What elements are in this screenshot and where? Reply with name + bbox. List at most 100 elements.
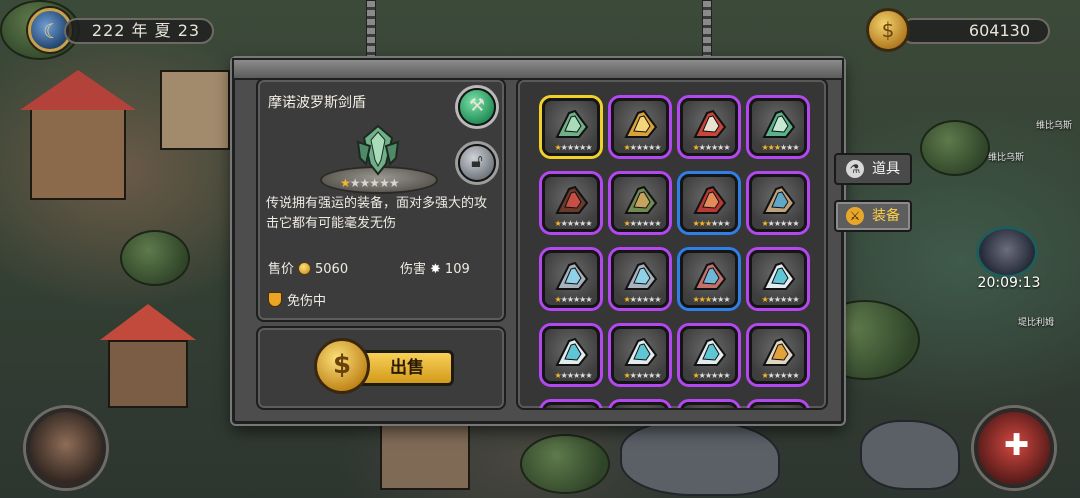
chain-decoration — [702, 0, 712, 60]
red-bow-icon — [693, 185, 727, 214]
tab-items[interactable]: ⚗ 道具 — [834, 153, 912, 185]
battle-button[interactable]: ✚ — [974, 408, 1054, 488]
ice-beast-icon — [693, 337, 727, 366]
house-roof — [20, 70, 136, 110]
inventory-slot[interactable]: ★★★★★★ — [749, 250, 807, 308]
star-icon: ★ — [792, 219, 799, 228]
star-rating: ★★★★★★ — [754, 371, 806, 380]
inventory-slot[interactable]: ★★★★★★ — [749, 402, 807, 408]
star-rating: ★★★★★★ — [616, 219, 668, 228]
forge-button[interactable]: ⚒ — [458, 88, 496, 126]
inventory-slot[interactable]: ★★★★★★ — [611, 326, 669, 384]
inventory-slot[interactable]: ★★★★★★ — [680, 250, 738, 308]
house-roof — [100, 304, 196, 340]
lock-button[interactable]: 🔓︎ — [458, 144, 496, 182]
inventory-slot[interactable]: ★★★★★★ — [749, 326, 807, 384]
damage-burst-icon: ✸ — [430, 262, 441, 277]
inventory-slot[interactable]: ★★★★★★ — [542, 98, 600, 156]
inventory-slot[interactable]: ★★★★★★ — [542, 250, 600, 308]
star-icon: ★ — [585, 219, 592, 228]
star-icon: ★ — [340, 176, 351, 190]
tab-items-label: 道具 — [872, 161, 900, 177]
crossbow-icon — [624, 185, 658, 214]
inventory-slot[interactable]: ★★★★★★ — [749, 98, 807, 156]
ice-beast-icon — [762, 261, 796, 290]
fire-beast-icon — [762, 337, 796, 366]
star-rating: ★★★★★★ — [616, 371, 668, 380]
beast-mask-icon — [762, 185, 796, 214]
panel-header-bar — [232, 58, 844, 80]
inventory-slot[interactable]: ★★★★★★ — [611, 174, 669, 232]
inventory-slot[interactable]: ★★★★★★ — [542, 402, 600, 408]
star-icon: ★ — [349, 176, 361, 190]
star-rating: ★★★★★★ — [547, 295, 599, 304]
damage-value: 109 — [444, 262, 470, 277]
star-icon: ★ — [379, 176, 390, 190]
star-icon: ★ — [585, 295, 592, 304]
star-rating: ★★★★★★ — [547, 371, 599, 380]
price-value: 5060 — [315, 262, 349, 277]
star-rating: ★★★★★★ — [547, 219, 599, 228]
star-icon: ★ — [654, 295, 661, 304]
chain-decoration — [366, 0, 376, 60]
lock-icon: 🔓︎ — [471, 151, 483, 172]
gold-coin-icon: $ — [314, 338, 370, 394]
inventory-slot[interactable]: ★★★★★★ — [611, 98, 669, 156]
status-text: 免伤中 — [287, 294, 327, 309]
inventory-grid[interactable]: ★★★★★★ ★★★★★★ ★★★★★★ ★★★★★★ ★★★★★★ ★★★★★★ ★★★★… — [516, 78, 828, 410]
inventory-slot[interactable]: ★★★★★★ — [611, 250, 669, 308]
tree — [920, 120, 990, 176]
date-display: ☾ 222 年 夏 23 — [28, 8, 218, 52]
star-icon: ★ — [654, 219, 661, 228]
sell-button-label: 出售 — [390, 358, 424, 378]
boss-portrait-icon[interactable] — [976, 226, 1038, 278]
date-text: 222 年 夏 23 — [64, 18, 214, 44]
star-rating: ★★★★★★ — [685, 219, 737, 228]
gold-coin-icon: $ — [866, 8, 910, 52]
inventory-slot[interactable]: ★★★★★★ — [680, 402, 738, 408]
crimson-mask-icon — [693, 261, 727, 290]
red-shield-cross-icon: ✚ — [1004, 428, 1030, 463]
star-icon: ★ — [723, 219, 730, 228]
star-icon: ★ — [723, 371, 730, 380]
star-rating: ★★★★★★ — [754, 295, 806, 304]
star-rating: ★★★★★★ — [616, 295, 668, 304]
inventory-slot[interactable]: ★★★★★★ — [542, 326, 600, 384]
town-menu-button[interactable] — [26, 408, 106, 488]
star-rating: ★★★★★★ — [754, 219, 806, 228]
star-rating: ★★★★★★ — [685, 295, 737, 304]
ice-beast-icon — [624, 337, 658, 366]
tree — [120, 230, 190, 286]
star-icon: ★ — [723, 295, 730, 304]
rock — [620, 420, 780, 496]
crystal-mask-icon — [624, 261, 658, 290]
sword-shield-icon — [356, 124, 400, 176]
status-stat: 免伤中 — [268, 290, 326, 309]
npc-name-label: 维比乌斯 — [1036, 121, 1073, 131]
inventory-slot[interactable]: ★★★★★★ — [542, 174, 600, 232]
item-star-rating: ★★★★★★ — [340, 176, 400, 190]
crystal-mask-icon — [555, 261, 589, 290]
great-sword-icon — [693, 109, 727, 138]
gold-amount: 604130 — [900, 18, 1050, 44]
house-building — [380, 420, 470, 490]
item-name: 摩诺波罗斯剑盾 — [268, 95, 366, 111]
inventory-slot[interactable]: ★★★★★★ — [680, 98, 738, 156]
tab-equipment[interactable]: ⚔ 装备 — [834, 200, 912, 232]
golden-claw-icon — [624, 109, 658, 138]
star-icon: ★ — [654, 143, 661, 152]
inventory-slot[interactable]: ★★★★★★ — [680, 174, 738, 232]
gold-display: 604130 $ — [866, 8, 1052, 52]
star-rating: ★★★★★★ — [547, 143, 599, 152]
rock — [860, 420, 960, 490]
anvil-icon: ⚒ — [468, 95, 486, 116]
star-icon: ★ — [792, 295, 799, 304]
inventory-slot[interactable]: ★★★★★★ — [680, 326, 738, 384]
inventory-slot[interactable]: ★★★★★★ — [749, 174, 807, 232]
inventory-slot[interactable]: ★★★★★★ — [611, 402, 669, 408]
damage-label: 伤害 — [400, 262, 427, 277]
npc-name-label: 堤比利姆 — [1018, 318, 1055, 328]
event-timer: 20:09:13 — [977, 275, 1041, 291]
star-icon: ★ — [792, 143, 799, 152]
sword-shield-icon — [555, 109, 589, 138]
